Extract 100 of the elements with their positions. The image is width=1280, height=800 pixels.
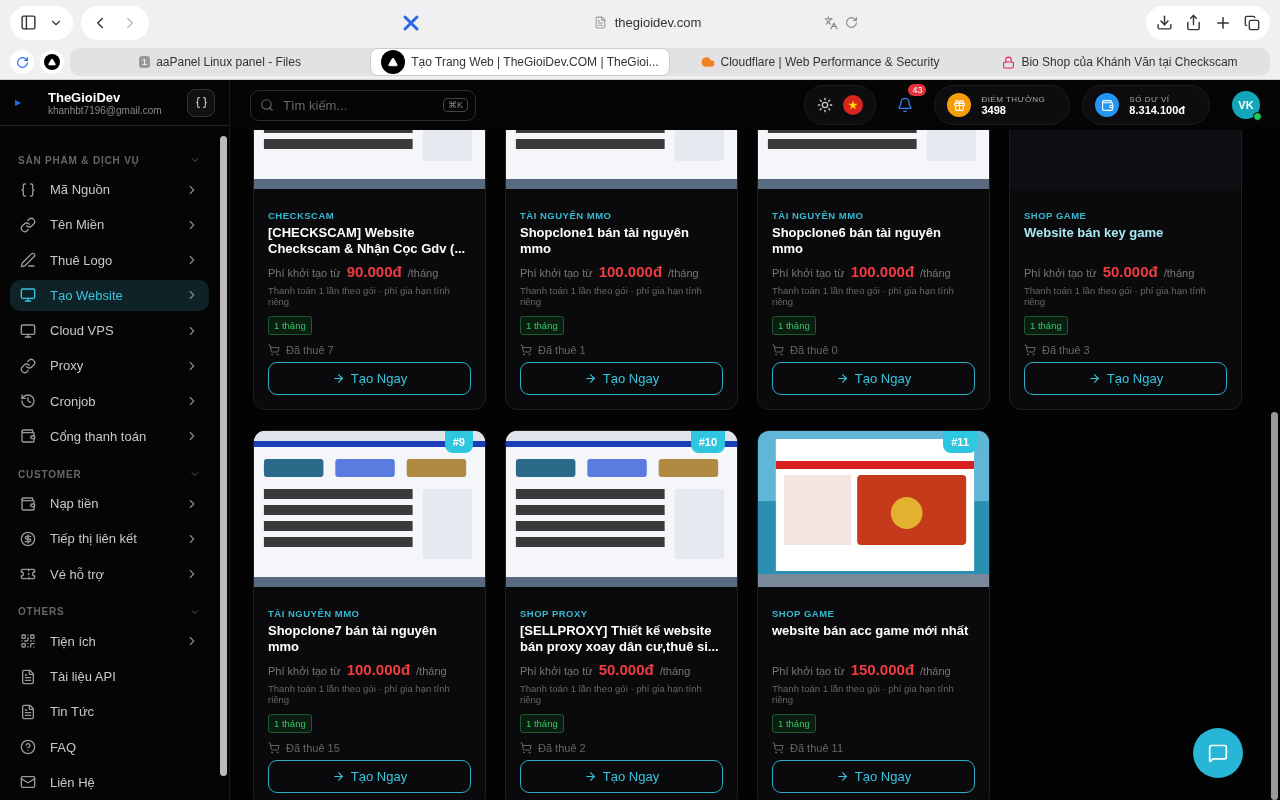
points-value: 3498 — [981, 103, 1007, 116]
create-button[interactable]: Tạo Ngay — [520, 760, 723, 793]
payment-note: Thanh toán 1 lần theo gói · phí gia hạn tính riêng — [1024, 285, 1207, 307]
translate-icon[interactable] — [824, 15, 838, 30]
section-title: OTHERS — [18, 606, 65, 618]
duration-tag: 1 tháng — [772, 714, 816, 733]
link-icon — [20, 357, 36, 374]
price-period: /tháng — [659, 665, 691, 677]
sidebar-item[interactable]: Proxy — [10, 350, 209, 382]
price: 50.000đ — [598, 661, 654, 678]
code-button[interactable] — [187, 88, 215, 117]
create-button[interactable]: Tạo Ngay — [268, 362, 471, 395]
price-period: /tháng — [416, 665, 447, 677]
download-icon[interactable] — [1156, 14, 1173, 31]
points-card[interactable]: ĐIỂM THƯỞNG 3498 — [934, 85, 1071, 125]
sidebar-item[interactable]: FAQ — [10, 731, 209, 763]
sidebar-item[interactable]: Thuê Logo — [10, 244, 209, 276]
arrow-right-icon — [583, 770, 597, 783]
history-icon — [20, 393, 36, 410]
create-button[interactable]: Tạo Ngay — [772, 362, 975, 395]
cart-icon — [268, 344, 280, 356]
scrollbar-thumb[interactable] — [1271, 412, 1278, 800]
bell-icon — [897, 97, 914, 113]
sidebar-item[interactable]: Tin Tức — [10, 696, 209, 728]
price-label: Phí khởi tạo từ — [772, 267, 845, 279]
product-title[interactable]: Website bán key game — [1024, 225, 1164, 257]
wallet-icon — [20, 428, 36, 445]
product-category: SHOP PROXY — [520, 608, 588, 619]
browser-tab[interactable]: Tạo Trang Web | TheGioiDev.COM | TheGioi... — [370, 48, 670, 76]
sidebar-toggle-icon[interactable] — [20, 14, 37, 31]
browser-tab[interactable]: Bio Shop của Khánh Văn tại Checkscam — [970, 48, 1270, 76]
sidebar-item[interactable]: Cronjob — [10, 385, 209, 417]
create-button[interactable]: Tạo Ngay — [520, 362, 723, 395]
price: 100.000đ — [346, 661, 411, 678]
brand-name: TheGioiDev — [48, 89, 122, 105]
sidebar-item[interactable]: Tạo Website — [10, 279, 209, 312]
sidebar-item[interactable]: Tên Miền — [10, 209, 209, 241]
sidebar-item[interactable]: Mã Nguồn — [10, 173, 209, 206]
section-title: CUSTOMER — [18, 468, 82, 480]
notification-count: 43 — [908, 84, 927, 96]
create-button[interactable]: Tạo Ngay — [1024, 362, 1227, 395]
sidebar-item[interactable]: Tiện ích — [10, 625, 209, 658]
rank-badge: #11 — [943, 431, 977, 453]
wallet-card[interactable]: SỐ DƯ VÍ 8.314.100đ — [1082, 85, 1210, 125]
price-label: Phí khởi tạo từ — [520, 267, 593, 279]
cart-icon — [268, 742, 280, 754]
payment-note: Thanh toán 1 lần theo gói · phí gia hạn tính riêng — [772, 683, 955, 705]
address-bar[interactable]: thegioidev.com — [614, 15, 702, 30]
share-icon[interactable] — [1185, 14, 1202, 31]
tabs-overview-icon[interactable] — [1244, 14, 1260, 31]
product-title[interactable]: Shopclone6 bán tài nguyên mmo — [772, 225, 975, 257]
pinned-tab-icon[interactable] — [40, 50, 64, 74]
product-title[interactable]: Shopclone1 bán tài nguyên mmo — [520, 225, 723, 257]
rank-badge: #9 — [444, 431, 473, 453]
site-logo-icon — [402, 13, 420, 32]
product-category: SHOP GAME — [772, 608, 835, 619]
flag-icon[interactable] — [843, 95, 864, 115]
braces-icon — [194, 96, 208, 109]
price: 50.000đ — [1102, 263, 1158, 280]
sun-icon[interactable] — [817, 97, 834, 113]
payment-note: Thanh toán 1 lần theo gói · phí gia hạn tính riêng — [268, 683, 451, 705]
rank-badge: #10 — [690, 431, 725, 453]
arrow-right-icon — [1087, 372, 1101, 385]
scrollbar-thumb[interactable] — [220, 136, 227, 776]
sidebar-item[interactable]: Liên Hệ — [10, 766, 209, 799]
wallet-icon — [20, 495, 36, 512]
payment-note: Thanh toán 1 lần theo gói · phí gia hạn tính riêng — [520, 683, 703, 705]
create-button[interactable]: Tạo Ngay — [772, 760, 975, 793]
product-title[interactable]: Shopclone7 bán tài nguyên mmo — [268, 623, 471, 655]
product-category: SHOP GAME — [1024, 210, 1087, 221]
product-title[interactable]: [CHECKSCAM] Website Checkscam & Nhận Cọc Gdv (... — [268, 225, 471, 257]
duration-tag: 1 tháng — [520, 714, 564, 733]
sidebar-item[interactable]: Vé hỗ trợ — [10, 558, 209, 590]
rented-count: Đã thuê 1 — [538, 344, 586, 356]
create-button[interactable]: Tạo Ngay — [268, 760, 471, 793]
cart-icon — [1024, 344, 1036, 356]
sidebar-item[interactable]: Cloud VPS — [10, 314, 209, 347]
reload-icon[interactable] — [845, 16, 858, 29]
gift-icon — [947, 93, 972, 117]
sidebar-item[interactable]: Nạp tiền — [10, 487, 209, 520]
browser-tab[interactable]: Cloudflare | Web Performance & Security — [670, 48, 970, 76]
cart-icon — [520, 742, 532, 754]
link-icon — [20, 216, 36, 233]
product-title[interactable]: website bán acc game mới nhất — [772, 623, 969, 655]
browser-tab[interactable]: 1 aaPanel Linux panel - Files — [70, 48, 370, 76]
pen-icon — [20, 252, 36, 269]
user-email: khanhbt7196@gmail.com — [48, 104, 163, 116]
sidebar-item[interactable]: Tiếp thị liên kết — [10, 523, 209, 555]
arrow-right-icon — [835, 770, 849, 783]
price-period: /tháng — [1163, 267, 1195, 279]
price-period: /tháng — [407, 267, 439, 279]
sidebar-item[interactable]: Tài liệu API — [10, 660, 209, 693]
lock-icon — [1002, 55, 1016, 69]
product-title[interactable]: [SELLPROXY] Thiết kế website bán proxy xoay dân cư,thuê si... — [520, 623, 723, 655]
rented-count: Đã thuê 11 — [790, 742, 843, 754]
section-title: SẢN PHẨM & DỊCH VỤ — [18, 154, 140, 166]
product-category: TÀI NGUYÊN MMO — [268, 608, 360, 619]
sidebar-item[interactable]: Cổng thanh toán — [10, 420, 209, 453]
arrow-right-icon — [331, 770, 345, 783]
document-icon — [20, 703, 36, 720]
